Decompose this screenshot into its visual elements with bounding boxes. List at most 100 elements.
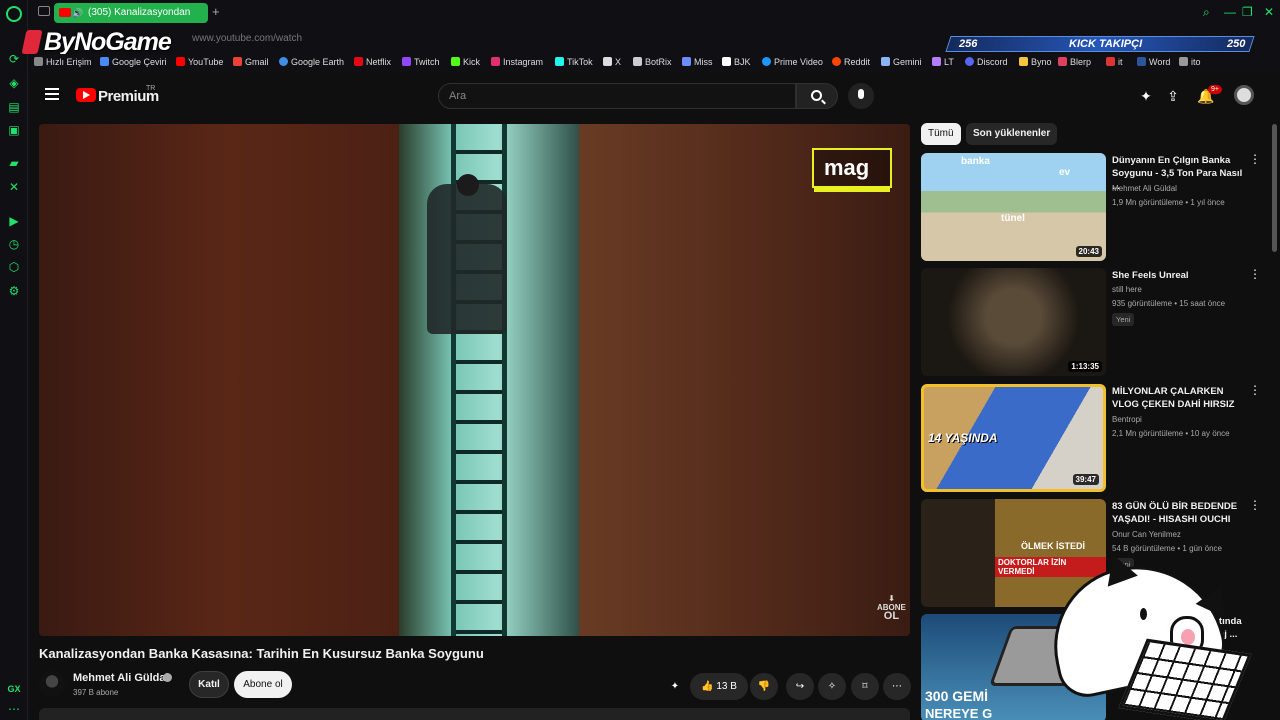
refresh-icon[interactable]: ⟳ bbox=[7, 52, 21, 66]
channel-avatar[interactable] bbox=[39, 671, 65, 697]
more-options-icon[interactable]: ⋮ bbox=[1249, 499, 1261, 511]
url-field[interactable]: www.youtube.com/watch bbox=[192, 33, 302, 44]
more-actions-button[interactable]: ⋯ bbox=[883, 673, 911, 700]
tab-switch-icon[interactable] bbox=[38, 6, 50, 16]
opera-gx-logo-icon[interactable] bbox=[6, 6, 22, 22]
minimize-button[interactable]: — bbox=[1224, 5, 1236, 19]
channel-name[interactable]: Bentropi bbox=[1112, 415, 1142, 424]
subscribe-button[interactable]: Abone ol bbox=[234, 671, 292, 698]
speaker-icon[interactable]: 🔊 bbox=[72, 3, 83, 23]
share-button[interactable]: ↪ bbox=[786, 673, 814, 700]
new-badge: Yeni bbox=[1112, 313, 1135, 326]
browser-sidebar: ⟳ ◈ ▤ ▣ ▰ ✕ ▶ ◷ ⬡ ⚙ GX ⋯ bbox=[0, 0, 28, 720]
save-button[interactable]: ⌑ bbox=[851, 673, 879, 700]
duration-badge: 20:43 bbox=[1075, 246, 1102, 257]
extensions-icon[interactable]: ⬡ bbox=[7, 260, 21, 274]
tab-strip: 🔊 (305) Kanalizasyondan + ⌕ — ❐ ✕ bbox=[28, 0, 1280, 26]
player-icon[interactable]: ▶ bbox=[7, 214, 21, 228]
bookmark-item[interactable]: it bbox=[1106, 57, 1123, 67]
bookmark-item[interactable]: Gmail bbox=[233, 57, 269, 67]
search-input[interactable]: Ara bbox=[438, 83, 796, 109]
more-options-icon[interactable]: ⋮ bbox=[1249, 153, 1261, 165]
close-button[interactable]: ✕ bbox=[1264, 5, 1274, 19]
recommendation-item[interactable]: banka ev tünel 20:43 Dünyanın En Çılgın … bbox=[921, 153, 1261, 263]
chip-all[interactable]: Tümü bbox=[921, 123, 961, 145]
bookmark-item[interactable]: Google Çeviri bbox=[100, 57, 167, 67]
twitch-icon[interactable]: ▰ bbox=[7, 156, 21, 170]
bookmark-item[interactable]: Reddit bbox=[832, 57, 870, 67]
history-icon[interactable]: ◷ bbox=[7, 237, 21, 251]
region-code: TR bbox=[146, 85, 156, 92]
like-button[interactable]: 👍 13 B bbox=[690, 673, 748, 700]
gx-control-icon[interactable]: ◈ bbox=[7, 76, 21, 90]
bookmark-item[interactable]: Google Earth bbox=[279, 57, 344, 67]
bookmark-item[interactable]: Prime Video bbox=[762, 57, 823, 67]
channel-name[interactable]: Mehmet Ali Güldal bbox=[1112, 184, 1177, 193]
video-thumbnail[interactable]: 1:13:35 bbox=[921, 268, 1106, 376]
bookmark-item[interactable]: Word bbox=[1137, 57, 1170, 67]
cat-eye bbox=[1140, 608, 1147, 620]
bookmark-item[interactable]: Byno bbox=[1019, 57, 1052, 67]
bookmark-item[interactable]: ito bbox=[1179, 57, 1201, 67]
more-options-icon[interactable]: ⋮ bbox=[1249, 268, 1261, 280]
bookmark-item[interactable]: Twitch bbox=[402, 57, 440, 67]
description-box[interactable] bbox=[39, 708, 910, 720]
messenger-icon[interactable]: ▣ bbox=[7, 123, 21, 137]
subscribe-watermark[interactable]: ⬇ ABONE OL bbox=[877, 594, 906, 622]
bookmark-item[interactable]: Gemini bbox=[881, 57, 922, 67]
youtube-logo-icon[interactable] bbox=[76, 88, 96, 102]
bookmark-item[interactable]: YouTube bbox=[176, 57, 223, 67]
channel-name[interactable]: Onur Can Yenilmez bbox=[1112, 530, 1181, 539]
bookmark-item[interactable]: Discord bbox=[965, 57, 1008, 67]
search-icon[interactable]: ⌕ bbox=[1203, 5, 1210, 20]
settings-icon[interactable]: ⚙ bbox=[7, 284, 21, 298]
menu-icon[interactable] bbox=[45, 88, 59, 100]
search-button[interactable] bbox=[796, 83, 838, 109]
join-button[interactable]: Katıl bbox=[189, 671, 229, 698]
channel-name[interactable]: Mehmet Ali Güldal bbox=[73, 672, 169, 684]
bookmark-item[interactable]: BJK bbox=[722, 57, 751, 67]
channel-watermark: mag bbox=[812, 148, 892, 192]
bookmark-item[interactable]: TikTok bbox=[555, 57, 593, 67]
more-options-icon[interactable]: ⋮ bbox=[1249, 384, 1261, 396]
bookmark-item[interactable]: LT bbox=[932, 57, 954, 67]
gx-corner-icon[interactable]: ▤ bbox=[7, 100, 21, 114]
kick-follower-banner: 256 KICK TAKIPÇI 250 bbox=[945, 36, 1255, 52]
video-title[interactable]: MİLYONLAR ÇALARKEN VLOG ÇEKEN DAHİ HIRSI… bbox=[1112, 385, 1244, 411]
account-avatar[interactable] bbox=[1234, 85, 1254, 105]
x-icon[interactable]: ✕ bbox=[7, 180, 21, 194]
duration-badge: 1:13:35 bbox=[1068, 361, 1102, 372]
more-icon[interactable]: ⋯ bbox=[7, 702, 21, 716]
bongo-cat-overlay bbox=[989, 549, 1280, 720]
scrollbar[interactable] bbox=[1272, 124, 1277, 252]
video-frame-head bbox=[457, 174, 479, 196]
video-player[interactable]: mag ⬇ ABONE OL bbox=[39, 124, 910, 636]
bookmark-item[interactable]: X bbox=[603, 57, 621, 67]
bookmark-item[interactable]: Kick bbox=[451, 57, 480, 67]
video-title[interactable]: 83 GÜN ÖLÜ BİR BEDENDE YAŞADI! - HISASHI… bbox=[1112, 500, 1244, 526]
chip-recent[interactable]: Son yüklenenler bbox=[966, 123, 1058, 145]
sparkle-action-icon[interactable]: ✦ bbox=[664, 673, 686, 700]
video-thumbnail[interactable]: banka ev tünel 20:43 bbox=[921, 153, 1106, 261]
sparkle-icon[interactable]: ✦ bbox=[1138, 88, 1154, 104]
upload-icon[interactable]: ⇪ bbox=[1165, 88, 1181, 104]
channel-name[interactable]: still here bbox=[1112, 285, 1142, 294]
video-thumbnail[interactable]: 14 YAŞINDA 39:47 bbox=[921, 384, 1106, 492]
new-tab-button[interactable]: + bbox=[212, 4, 220, 19]
dislike-button[interactable]: 👎 bbox=[750, 673, 778, 700]
bookmark-item[interactable]: BotRix bbox=[633, 57, 672, 67]
bookmark-item[interactable]: Netflix bbox=[354, 57, 391, 67]
recommendation-item[interactable]: 14 YAŞINDA 39:47 MİLYONLAR ÇALARKEN VLOG… bbox=[921, 384, 1261, 494]
video-title: Kanalizasyondan Banka Kasasına: Tarihin … bbox=[39, 646, 484, 661]
bookmark-item[interactable]: Instagram bbox=[491, 57, 543, 67]
bookmarks-bar: Hızlı Erişim Google Çeviri YouTube Gmail… bbox=[28, 54, 1280, 72]
bookmark-item[interactable]: Hızlı Erişim bbox=[34, 57, 92, 67]
video-title[interactable]: She Feels Unreal bbox=[1112, 269, 1244, 282]
bookmark-item[interactable]: Miss bbox=[682, 57, 713, 67]
bookmark-item[interactable]: Blerp bbox=[1058, 57, 1091, 67]
voice-search-button[interactable] bbox=[848, 83, 874, 109]
ask-button[interactable]: ✧ bbox=[818, 673, 846, 700]
maximize-button[interactable]: ❐ bbox=[1242, 5, 1253, 19]
recommendation-item[interactable]: 1:13:35 She Feels Unreal still here 935 … bbox=[921, 268, 1261, 378]
active-tab[interactable]: 🔊 (305) Kanalizasyondan bbox=[54, 3, 208, 23]
